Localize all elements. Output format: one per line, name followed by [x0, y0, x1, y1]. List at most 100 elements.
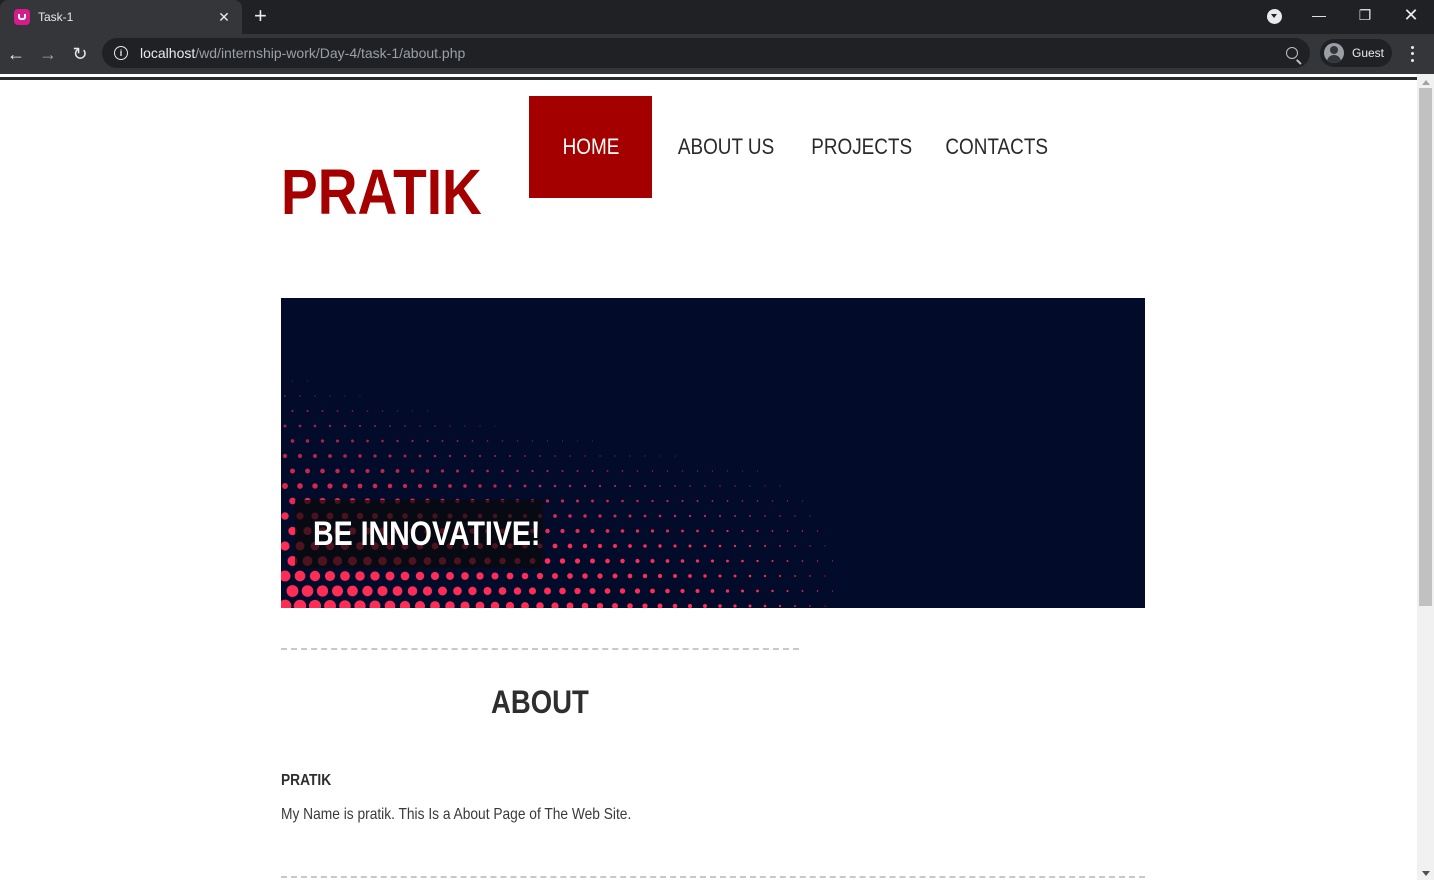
scroll-thumb[interactable] [1419, 88, 1432, 606]
halftone-dot [576, 470, 579, 472]
halftone-dot [725, 589, 730, 593]
halftone-dot [778, 604, 782, 608]
halftone-dot [657, 573, 663, 579]
halftone-dot [313, 454, 317, 458]
halftone-dot [475, 601, 485, 608]
nav-projects[interactable]: PROJECTS [801, 96, 923, 198]
halftone-dot [636, 499, 639, 503]
halftone-dot [350, 468, 355, 474]
halftone-dot [674, 455, 676, 457]
close-icon[interactable]: ✕ [216, 9, 232, 26]
halftone-dot [612, 603, 618, 608]
halftone-dot [329, 395, 331, 397]
halftone-dot [536, 572, 544, 580]
info-icon[interactable]: i [114, 46, 128, 60]
halftone-dot [666, 499, 669, 503]
halftone-dot [628, 544, 632, 548]
halftone-dot [598, 484, 602, 488]
tab-search-icon[interactable] [1267, 9, 1282, 24]
halftone-dot [673, 574, 677, 578]
scroll-up-icon[interactable] [1422, 80, 1430, 85]
halftone-dot [794, 545, 796, 547]
halftone-dot [314, 395, 316, 397]
halftone-dot [794, 605, 796, 607]
halftone-dot [531, 469, 534, 473]
halftone-dot [506, 572, 514, 580]
halftone-dot [809, 515, 811, 517]
halftone-dot [763, 604, 767, 608]
halftone-dot [672, 603, 678, 608]
halftone-dot [381, 439, 384, 443]
halftone-dot [718, 604, 722, 608]
halftone-dot [710, 589, 715, 593]
profile-button[interactable]: Guest [1320, 39, 1392, 67]
halftone-dot [509, 455, 511, 457]
nav-about-us[interactable]: ABOUT US [652, 96, 801, 198]
halftone-dot [809, 545, 811, 547]
site-logo[interactable]: PRATIK [281, 156, 482, 228]
tab-strip: Task-1 ✕ + — ❐ ✕ [0, 0, 1434, 34]
divider-bottom [281, 876, 1145, 878]
about-text: My Name is pratik. This Is a About Page … [281, 806, 632, 823]
halftone-dot [591, 499, 594, 503]
zoom-icon[interactable] [1286, 47, 1298, 59]
halftone-dot [417, 483, 423, 489]
halftone-dot [809, 575, 811, 577]
halftone-dot [786, 500, 789, 502]
halftone-dot [282, 483, 288, 489]
scrollbar[interactable] [1417, 74, 1434, 880]
halftone-dot [426, 410, 429, 412]
tab-title: Task-1 [38, 10, 74, 24]
halftone-dot [544, 558, 551, 564]
close-window-icon[interactable]: ✕ [1388, 0, 1434, 30]
halftone-dot [461, 572, 469, 580]
halftone-dot [410, 469, 415, 473]
halftone-dot [366, 410, 369, 412]
halftone-dot [674, 485, 676, 487]
halftone-dot [749, 485, 751, 487]
forward-icon[interactable]: → [36, 42, 60, 66]
halftone-dot [538, 484, 542, 488]
halftone-dot [528, 587, 537, 595]
halftone-dot [342, 483, 348, 489]
halftone-dot [741, 500, 744, 502]
plus-icon[interactable]: + [254, 4, 267, 28]
halftone-dot [599, 455, 601, 457]
halftone-dot [756, 559, 759, 563]
halftone-dot [283, 424, 287, 428]
halftone-dot [335, 468, 340, 474]
browser-tab[interactable]: Task-1 ✕ [0, 0, 242, 34]
halftone-dot [440, 469, 445, 473]
halftone-dot [643, 514, 647, 518]
halftone-dot [460, 601, 470, 608]
halftone-dot [297, 453, 303, 459]
scroll-down-icon[interactable] [1422, 871, 1430, 876]
halftone-dot [494, 425, 496, 427]
nav-contacts[interactable]: CONTACTS [923, 96, 1071, 198]
minimize-icon[interactable]: — [1296, 0, 1342, 30]
address-bar[interactable]: i localhost/wd/internship-work/Day-4/tas… [102, 38, 1310, 68]
more-icon[interactable] [1404, 44, 1420, 64]
halftone-dot [340, 571, 350, 581]
reload-icon[interactable]: ↻ [68, 42, 92, 66]
halftone-dot [321, 409, 324, 413]
halftone-dot [351, 410, 354, 412]
back-icon[interactable]: ← [4, 42, 28, 66]
halftone-dot [627, 603, 633, 608]
halftone-dot [794, 575, 796, 577]
halftone-dot [365, 468, 370, 474]
halftone-dot [756, 589, 759, 593]
halftone-dot [650, 558, 655, 564]
halftone-dot [597, 543, 603, 549]
halftone-dot [347, 585, 358, 597]
halftone-dot [824, 605, 826, 607]
halftone-dot [771, 589, 774, 593]
restore-icon[interactable]: ❐ [1342, 0, 1388, 30]
avatar-icon [1324, 43, 1344, 63]
halftone-dot [642, 603, 648, 608]
url-text[interactable]: localhost/wd/internship-work/Day-4/task-… [140, 45, 1286, 61]
halftone-dot [614, 455, 616, 457]
halftone-dot [433, 484, 437, 488]
halftone-dot [650, 529, 655, 533]
nav-home[interactable]: HOME [529, 96, 652, 198]
